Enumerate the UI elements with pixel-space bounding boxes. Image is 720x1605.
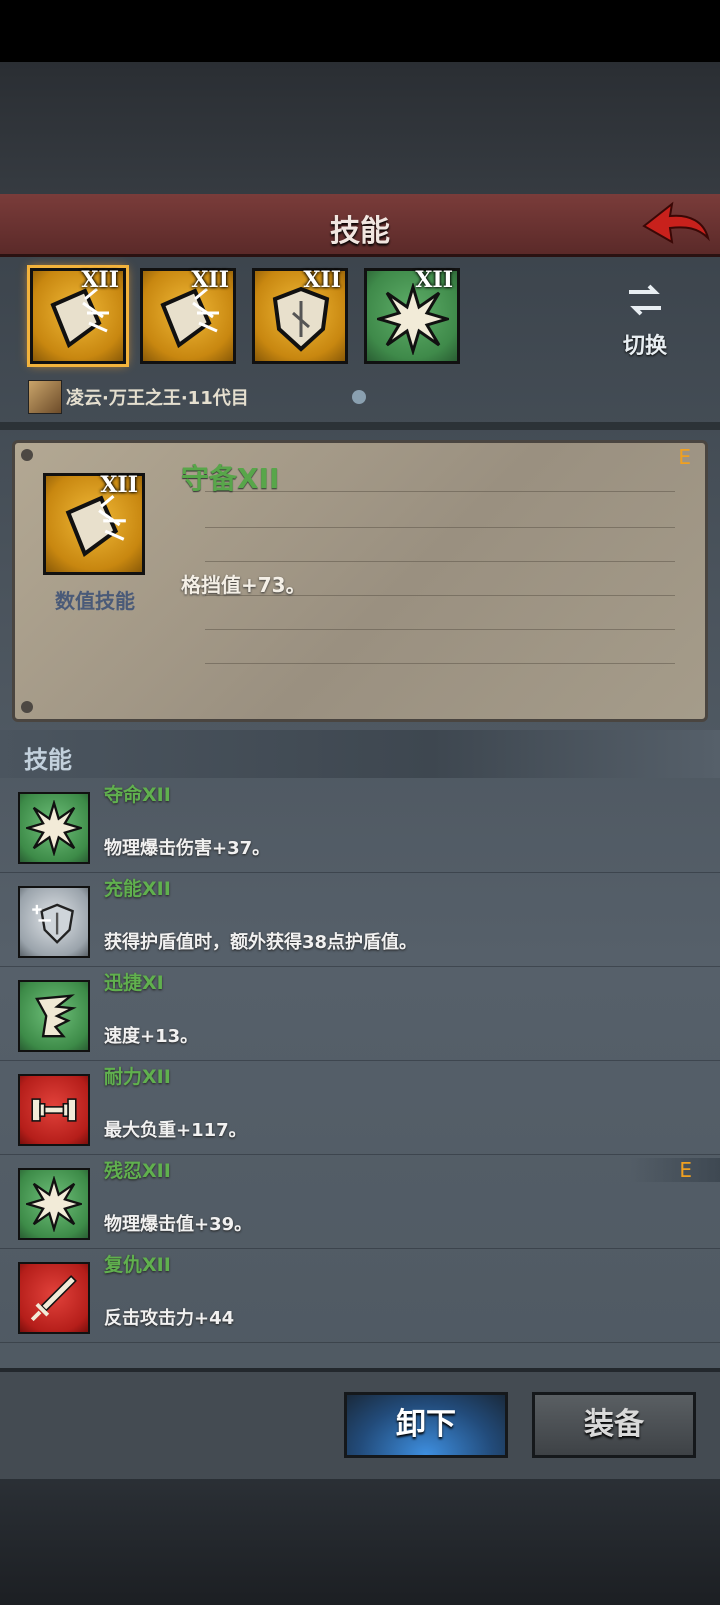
skill-description: 格挡值+73。 (181, 573, 306, 597)
skill-icon (18, 792, 90, 864)
skill-row[interactable]: 复仇XII 反击攻击力+44 (0, 1248, 720, 1343)
avatar (28, 380, 62, 414)
skill-description: 获得护盾值时，额外获得38点护盾值。 (104, 932, 418, 953)
rule-line (205, 561, 675, 562)
skill-detail-card: XII 数值技能 守备XII 格挡值+73。 E (12, 440, 708, 722)
rule-line (205, 527, 675, 528)
detail-rank: XII (100, 472, 138, 498)
skill-description: 物理爆击值+39。 (104, 1214, 253, 1235)
page-indicator[interactable] (352, 390, 366, 404)
switch-button[interactable]: 切换 (610, 280, 680, 360)
pin (21, 449, 33, 461)
back-button[interactable] (638, 198, 712, 250)
skill-name: 夺命XII (104, 784, 171, 806)
skill-description: 反击攻击力+44 (104, 1308, 235, 1329)
rule-line (205, 663, 675, 664)
skill-name: 残忍XII (104, 1160, 171, 1182)
back-arrow-icon (642, 201, 710, 244)
character-name: 凌云·万王之王·11代目 (66, 388, 249, 409)
slot-rank: XII (303, 267, 341, 293)
sword-icon (30, 1275, 77, 1322)
skill-type: 数值技能 (55, 589, 135, 613)
skill-row[interactable]: 充能XII 获得护盾值时，额外获得38点护盾值。 (0, 872, 720, 967)
winged-boot-icon (35, 994, 77, 1038)
skill-description: 速度+13。 (104, 1026, 199, 1047)
detail-skill-icon: XII (43, 472, 145, 575)
skill-name: 守备XII (181, 462, 280, 495)
status-bar (0, 0, 720, 62)
skill-icon (18, 1168, 90, 1240)
skill-slot-4[interactable]: XII (364, 267, 460, 364)
shield-crack-icon (50, 287, 109, 349)
section-title: 技能 (24, 746, 72, 774)
swap-arrows-icon (629, 284, 661, 316)
skills-section-header: 技能 (0, 730, 720, 778)
slot-rank: XII (415, 267, 453, 293)
header: 技能 (0, 194, 720, 257)
skill-icon (18, 1074, 90, 1146)
skill-icon (18, 980, 90, 1052)
skill-row[interactable]: 耐力XII 最大负重+117。 (0, 1060, 720, 1155)
divider (0, 422, 720, 430)
shield-icon (272, 286, 330, 352)
background-bottom (0, 1475, 720, 1605)
pin (21, 701, 33, 713)
dumbbell-icon (31, 1098, 77, 1122)
unequip-button[interactable]: 卸下 (344, 1392, 508, 1458)
background-top (0, 62, 720, 194)
skill-slot-2[interactable]: XII (140, 267, 236, 364)
burst-icon (26, 1176, 82, 1232)
skill-name: 耐力XII (104, 1066, 171, 1088)
rule-line (205, 629, 675, 630)
skill-row[interactable]: 迅捷XI 速度+13。 (0, 966, 720, 1061)
skill-name: 迅捷XI (104, 972, 164, 994)
shield-crack-icon (65, 494, 126, 557)
skill-row[interactable]: 夺命XII 物理爆击伤害+37。 (0, 778, 720, 873)
burst-icon (26, 800, 82, 856)
skill-name: 复仇XII (104, 1254, 171, 1276)
slot-rank: XII (191, 267, 229, 293)
burst-icon (377, 283, 449, 355)
skill-row[interactable]: 残忍XII 物理爆击值+39。 E (0, 1154, 720, 1249)
shield-plus-icon (32, 903, 74, 944)
skill-icon (18, 1262, 90, 1334)
skill-slot-3[interactable]: XII (252, 267, 348, 364)
skill-name: 充能XII (104, 878, 171, 900)
slot-rank: XII (81, 267, 119, 293)
skill-slot-1[interactable]: XII (27, 265, 129, 367)
shield-crack-icon (160, 287, 219, 349)
grade-badge: E (630, 1158, 720, 1182)
page-title: 技能 (330, 214, 390, 249)
skill-description: 物理爆击伤害+37。 (104, 838, 271, 859)
skill-description: 最大负重+117。 (104, 1120, 247, 1141)
grade-badge: E (678, 445, 691, 469)
skill-icon (18, 886, 90, 958)
switch-label: 切换 (622, 334, 667, 359)
equip-button[interactable]: 装备 (532, 1392, 696, 1458)
